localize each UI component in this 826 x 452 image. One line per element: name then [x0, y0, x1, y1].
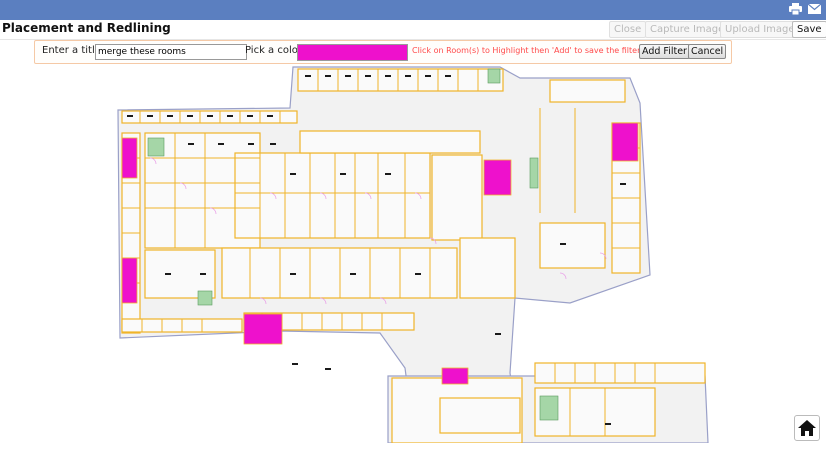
toolbar: Placement and Redlining Close Capture Im… — [0, 20, 826, 40]
filter-bar: Enter a title Pick a color Click on Room… — [34, 40, 732, 64]
email-icon[interactable] — [806, 2, 822, 16]
app-header — [0, 0, 826, 20]
close-button[interactable]: Close — [609, 21, 647, 38]
home-button[interactable] — [794, 415, 820, 441]
upload-image-button[interactable]: Upload Image — [720, 21, 800, 38]
print-icon[interactable] — [787, 2, 803, 16]
header-icons — [787, 2, 822, 16]
save-button[interactable]: Save — [792, 21, 826, 38]
capture-image-button[interactable]: Capture Image — [645, 21, 730, 38]
add-filter-button[interactable]: Add Filter — [639, 44, 690, 59]
page-title: Placement and Redlining — [2, 21, 171, 35]
instruction-hint: Click on Room(s) to Highlight then 'Add'… — [412, 46, 643, 55]
color-picker[interactable] — [297, 44, 408, 61]
title-label: Enter a title — [42, 45, 101, 56]
home-icon — [798, 420, 816, 436]
floor-plan[interactable] — [0, 63, 826, 443]
color-label: Pick a color — [245, 45, 302, 56]
cancel-button[interactable]: Cancel — [688, 44, 727, 59]
title-input[interactable] — [95, 44, 247, 60]
